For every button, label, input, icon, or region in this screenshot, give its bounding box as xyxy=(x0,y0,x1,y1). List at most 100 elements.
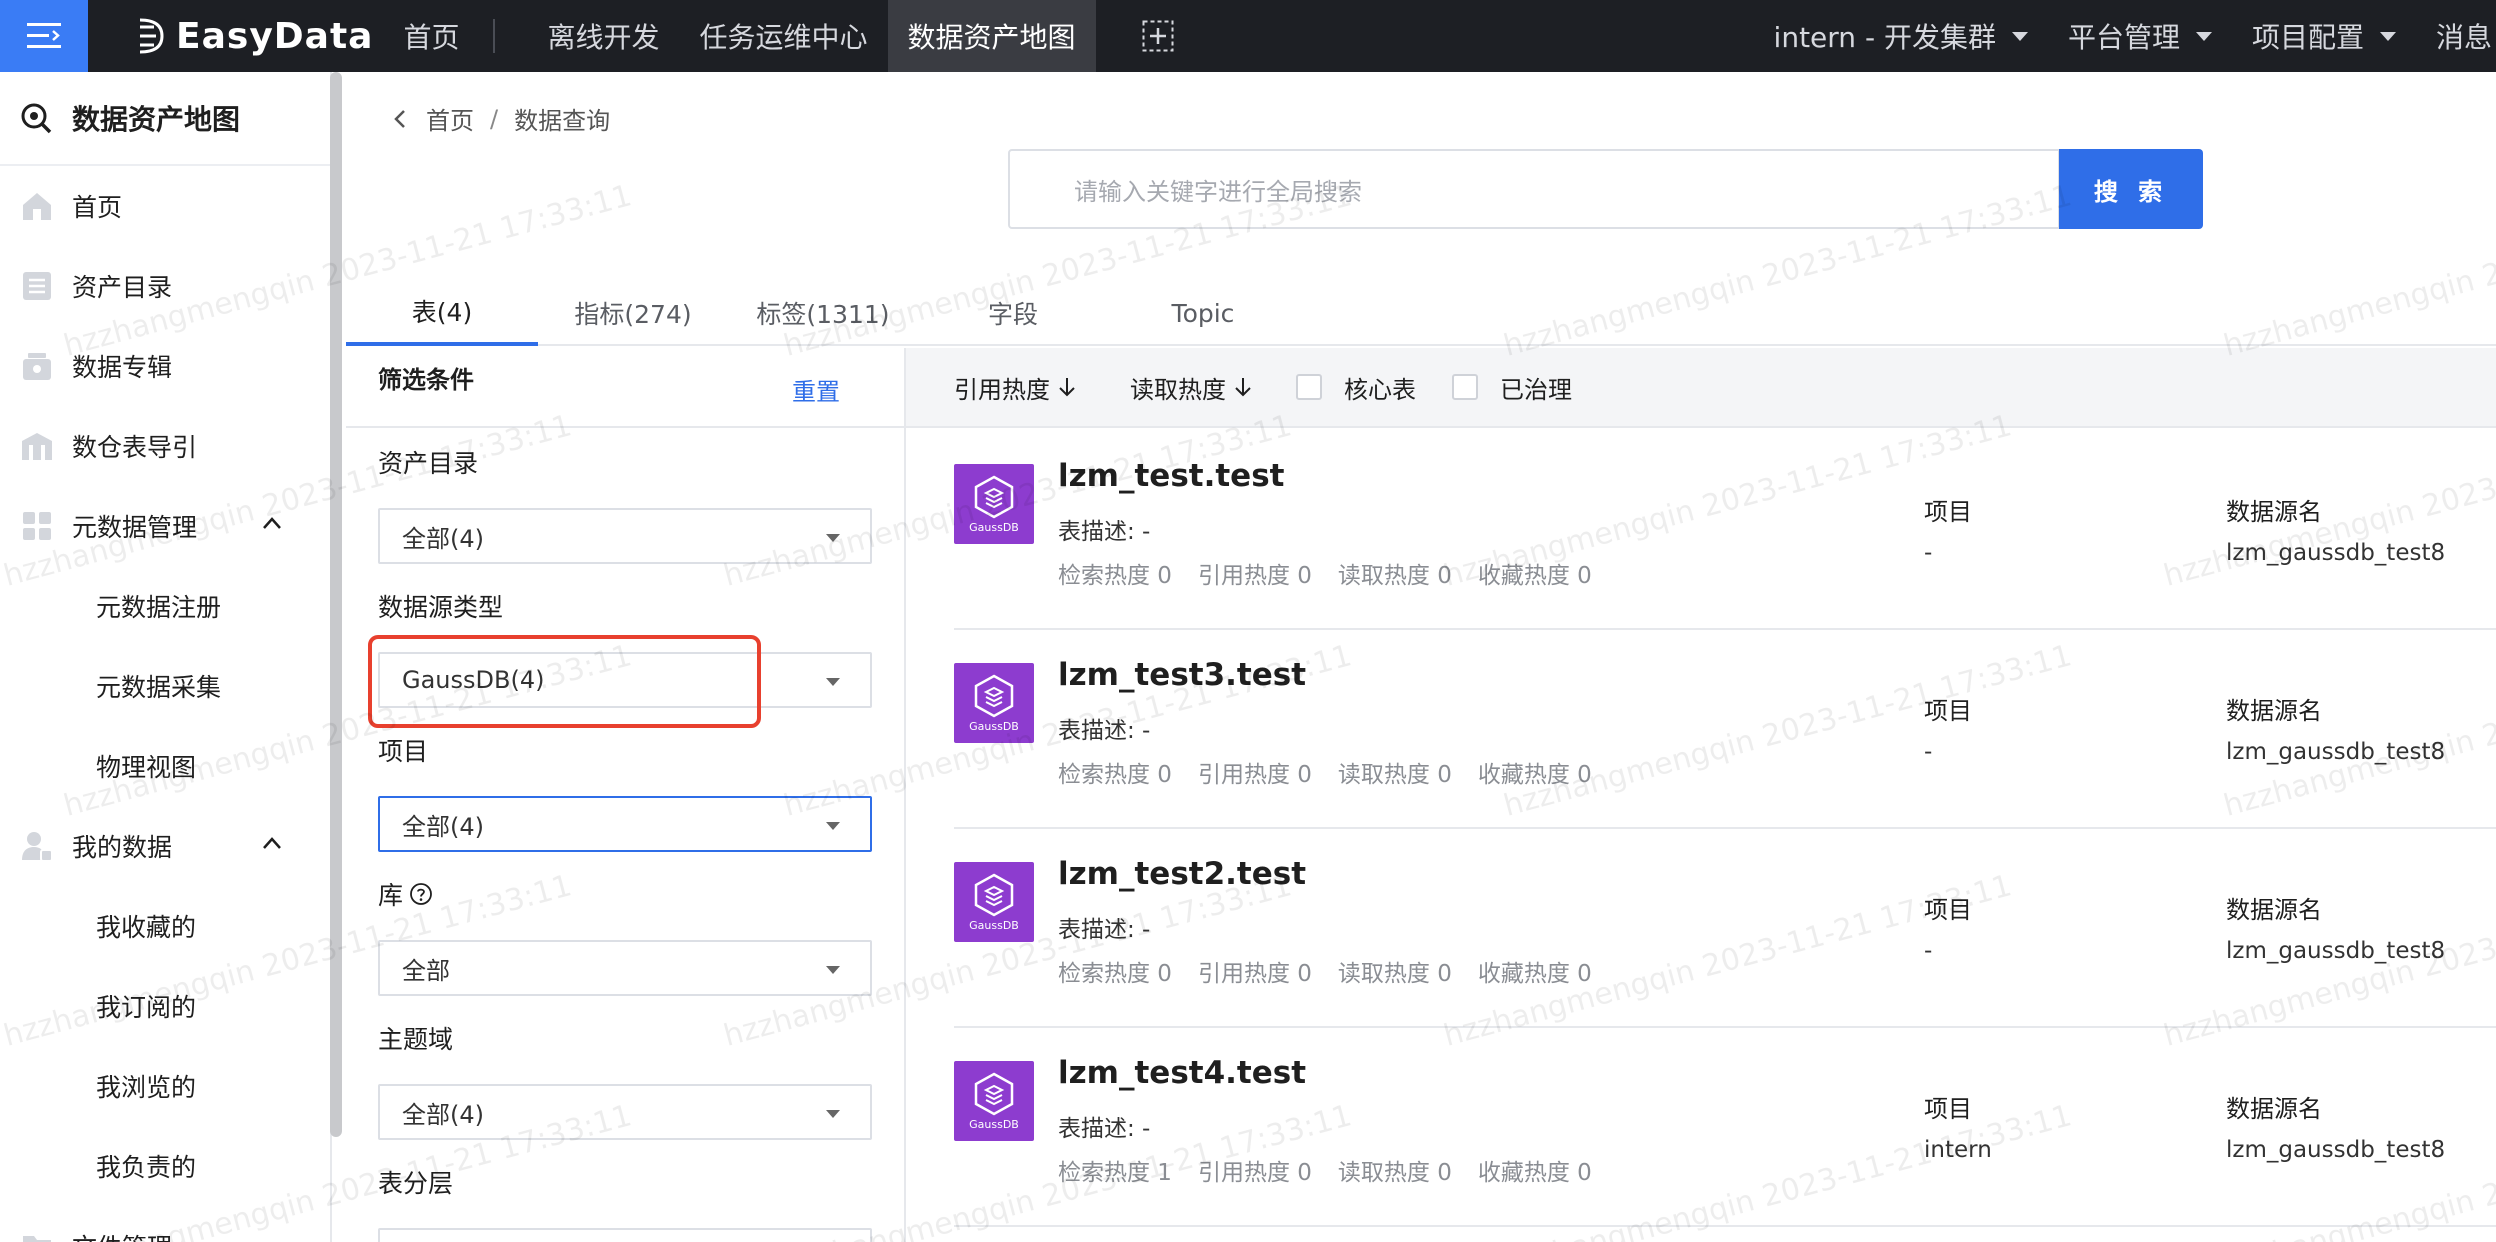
sort-by-read-heat[interactable]: 读取热度 xyxy=(1130,370,1252,405)
nav-task-ops[interactable]: 任务运维中心 xyxy=(680,0,888,72)
chevron-up-icon xyxy=(263,837,281,849)
chevron-up-icon xyxy=(263,517,281,529)
app-logo[interactable]: EasyData xyxy=(136,16,373,57)
project-select[interactable]: 全部(4) xyxy=(378,796,872,852)
sidebar-subitem-my-owned[interactable]: 我负责的 xyxy=(0,1126,330,1206)
breadcrumb: 首页 / 数据查询 xyxy=(392,101,610,136)
gaussdb-logo-icon xyxy=(974,1072,1014,1115)
cluster-selector[interactable]: intern - 开发集群 xyxy=(1774,16,2028,56)
sidebar-subitem-my-favorites[interactable]: 我收藏的 xyxy=(0,886,330,966)
search-button[interactable]: 搜 索 xyxy=(2059,149,2203,229)
gaussdb-logo-icon xyxy=(974,873,1014,916)
sidebar-item-metadata-mgmt[interactable]: 元数据管理 xyxy=(0,486,330,566)
caret-down-icon xyxy=(2379,31,2396,41)
filter-reset-link[interactable]: 重置 xyxy=(792,372,840,407)
sidebar-item-label: 数据专辑 xyxy=(72,353,173,382)
table-layer-select[interactable] xyxy=(378,1228,872,1242)
sidebar-subitem-my-browsed[interactable]: 我浏览的 xyxy=(0,1046,330,1126)
checkbox-box[interactable] xyxy=(1452,374,1478,400)
dropdown-arrow-icon xyxy=(826,534,840,542)
result-table-name[interactable]: lzm_test2.test xyxy=(1058,856,1306,892)
sidebar-item-file-mgmt[interactable]: 文件管理 xyxy=(0,1206,330,1242)
sidebar-item-my-data[interactable]: 我的数据 xyxy=(0,806,330,886)
database-select[interactable]: 全部 xyxy=(378,940,872,996)
checkbox-label: 核心表 xyxy=(1344,375,1416,404)
asset-map-search-icon xyxy=(21,103,52,134)
result-item[interactable]: GaussDB lzm_test.test 表描述: - 检索热度 0 引用热度 0 读取… xyxy=(954,432,2496,630)
sidebar-item-asset-catalog[interactable]: 资产目录 xyxy=(0,246,330,326)
sidebar-subitem-physical-view[interactable]: 物理视图 xyxy=(0,726,330,806)
subject-domain-select[interactable]: 全部(4) xyxy=(378,1084,872,1140)
dropdown-arrow-icon xyxy=(826,1110,840,1118)
sidebar-item-warehouse-guide[interactable]: 数仓表导引 xyxy=(0,406,330,486)
top-right-menu: intern - 开发集群 平台管理 项目配置 消息 xyxy=(1734,0,2496,72)
easydata-logo-icon xyxy=(139,18,164,54)
sidebar-scrollbar[interactable] xyxy=(330,72,342,1137)
dropdown-arrow-icon xyxy=(826,678,840,686)
nav-home[interactable]: 首页 xyxy=(383,0,479,72)
heat-stat: 收藏热度 0 xyxy=(1477,961,1592,987)
heat-stat: 收藏热度 0 xyxy=(1477,563,1592,589)
sidebar-header: 数据资产地图 xyxy=(0,72,330,166)
result-table-name[interactable]: lzm_test3.test xyxy=(1058,657,1306,693)
checkbox-box[interactable] xyxy=(1296,374,1322,400)
messages-link[interactable]: 消息 xyxy=(2436,16,2492,56)
heat-stat: 引用热度 0 xyxy=(1197,961,1312,987)
breadcrumb-home-link[interactable]: 首页 xyxy=(426,101,474,136)
sidebar-item-data-album[interactable]: 数据专辑 xyxy=(0,326,330,406)
result-item[interactable]: GaussDB lzm_test2.test 表描述: - 检索热度 0 引用热度 0 读… xyxy=(954,830,2496,1028)
heat-stat: 引用热度 0 xyxy=(1197,1160,1312,1186)
result-item[interactable]: GaussDB lzm_test3.test 表描述: - 检索热度 0 引用热度 0 读… xyxy=(954,631,2496,829)
home-icon xyxy=(23,193,51,220)
sidebar-subitem-metadata-register[interactable]: 元数据注册 xyxy=(0,566,330,646)
gaussdb-icon: GaussDB xyxy=(954,1061,1034,1141)
sidebar-item-home[interactable]: 首页 xyxy=(0,166,330,246)
result-item[interactable]: GaussDB lzm_test4.test 表描述: - 检索热度 1 引用热度 0 读… xyxy=(954,1029,2496,1227)
tab-tags[interactable]: 标签(1311) xyxy=(728,280,918,346)
app-root: EasyData 首页 离线开发 任务运维中心 数据资产地图 intern - … xyxy=(0,0,2496,1242)
caret-down-icon xyxy=(2195,31,2212,41)
highlight-annotation-box xyxy=(368,635,761,728)
menu-toggle-button[interactable] xyxy=(0,0,88,72)
datasource-label: 数据源名 xyxy=(2226,498,2322,526)
caret-down-icon xyxy=(2011,31,2028,41)
datasource-value: lzm_gaussdb_test8 xyxy=(2226,739,2446,765)
album-icon xyxy=(23,353,51,380)
result-table-name[interactable]: lzm_test.test xyxy=(1058,458,1284,494)
dropdown-arrow-icon xyxy=(826,966,840,974)
project-config-menu[interactable]: 项目配置 xyxy=(2252,16,2396,56)
result-description: 表描述: - xyxy=(1058,519,1151,545)
project-value: - xyxy=(1924,739,1933,765)
nav-offline-dev[interactable]: 离线开发 xyxy=(527,0,679,72)
platform-admin-menu[interactable]: 平台管理 xyxy=(2068,16,2212,56)
asset-catalog-select[interactable]: 全部(4) xyxy=(378,508,872,564)
hamburger-icon xyxy=(27,23,61,48)
back-chevron-icon[interactable] xyxy=(392,108,408,130)
tab-fields[interactable]: 字段 xyxy=(918,280,1108,346)
help-circle-icon[interactable] xyxy=(409,882,433,906)
tab-tables[interactable]: 表(4) xyxy=(346,280,538,346)
heat-stat: 检索热度 0 xyxy=(1058,961,1172,987)
result-description: 表描述: - xyxy=(1058,917,1151,943)
user-data-icon xyxy=(22,832,53,862)
datasource-value: lzm_gaussdb_test8 xyxy=(2226,1137,2446,1163)
filter-label-asset-catalog: 资产目录 xyxy=(378,449,479,478)
result-table-name[interactable]: lzm_test4.test xyxy=(1058,1055,1306,1091)
core-table-checkbox[interactable]: 核心表 xyxy=(1296,370,1416,405)
heat-stat: 读取热度 0 xyxy=(1337,563,1452,589)
add-nav-button[interactable] xyxy=(1142,20,1174,52)
result-stats: 检索热度 1 引用热度 0 读取热度 0 收藏热度 0 xyxy=(1058,1153,1618,1187)
project-value: - xyxy=(1924,540,1933,566)
tab-metrics[interactable]: 指标(274) xyxy=(538,280,728,346)
global-search-input[interactable]: 请输入关键字进行全局搜索 xyxy=(1008,149,2060,229)
tab-topic[interactable]: Topic xyxy=(1108,280,1298,346)
datasource-label: 数据源名 xyxy=(2226,697,2322,725)
nav-divider xyxy=(493,19,496,53)
sidebar-subitem-my-subscriptions[interactable]: 我订阅的 xyxy=(0,966,330,1046)
gaussdb-logo-icon xyxy=(974,475,1014,518)
governed-checkbox[interactable]: 已治理 xyxy=(1452,370,1572,405)
sort-by-reference-heat[interactable]: 引用热度 xyxy=(954,370,1076,405)
sidebar-subitem-metadata-collect[interactable]: 元数据采集 xyxy=(0,646,330,726)
nav-data-asset-map[interactable]: 数据资产地图 xyxy=(887,0,1096,72)
datasource-value: lzm_gaussdb_test8 xyxy=(2226,938,2446,964)
